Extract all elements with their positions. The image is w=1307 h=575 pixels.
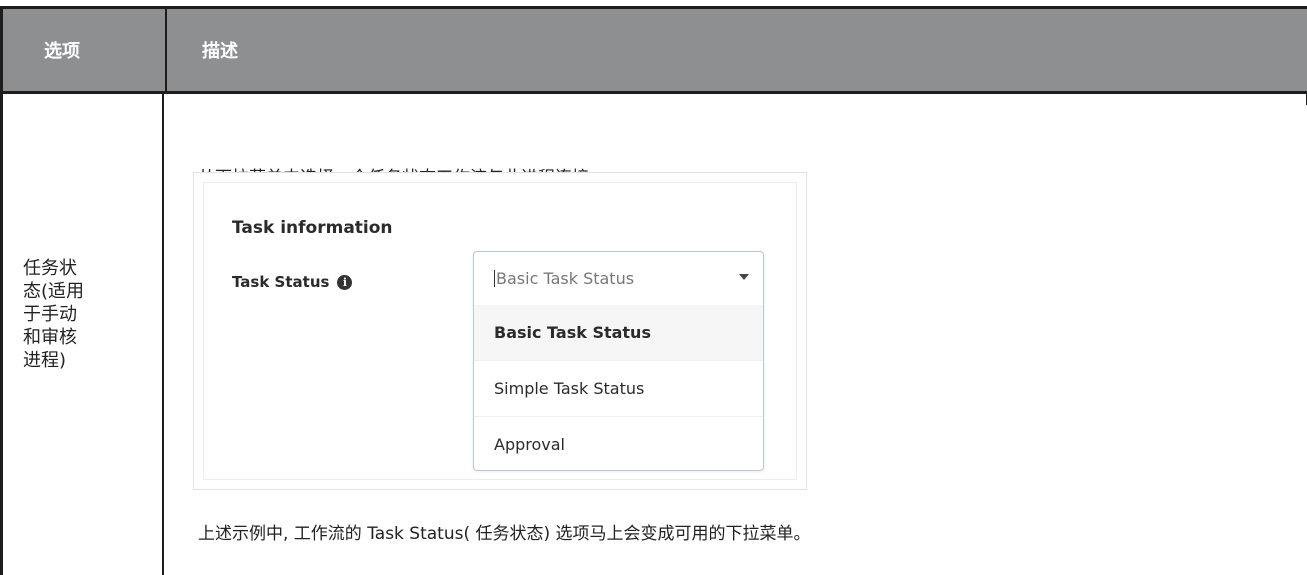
table-left-border: [0, 94, 3, 575]
info-circle-icon[interactable]: i: [337, 274, 353, 290]
option-label-line: 进程): [23, 350, 67, 371]
field-label-row: Task Status i: [232, 273, 353, 291]
dropdown-option[interactable]: Simple Task Status: [474, 361, 763, 416]
option-label-line: 和审核: [23, 327, 77, 348]
section-title: Task information: [232, 218, 393, 238]
field-label: Task Status: [232, 273, 330, 291]
header-option: 选项: [44, 41, 80, 62]
outro-text: 上述示例中, 工作流的 Task Status( 任务状态) 选项马上会变成可用…: [198, 524, 811, 544]
option-label-line: 于手动: [23, 304, 77, 325]
dropdown-field[interactable]: Basic Task Status: [474, 252, 763, 304]
column-divider: [162, 94, 164, 575]
header-description: 描述: [202, 41, 238, 62]
chevron-down-icon[interactable]: [739, 274, 749, 280]
option-label-line: 任务状: [23, 258, 77, 279]
dropdown-current-value: Basic Task Status: [496, 268, 635, 288]
dropdown-option[interactable]: Basic Task Status: [474, 305, 763, 360]
table-header: 选项 描述: [0, 6, 1307, 94]
dropdown-option[interactable]: Approval: [474, 417, 763, 472]
option-label: 任务状 态(适用 于手动 和审核 进程): [23, 257, 133, 372]
task-status-dropdown[interactable]: Basic Task Status Basic Task Status Simp…: [473, 251, 764, 471]
text-cursor: [494, 269, 495, 287]
option-label-line: 态(适用: [23, 281, 85, 302]
